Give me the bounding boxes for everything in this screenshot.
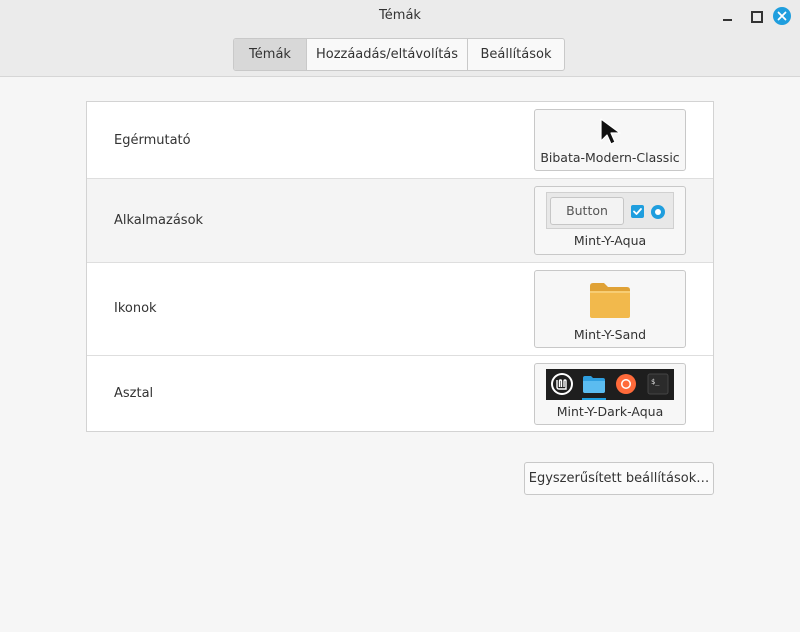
tab-themes[interactable]: Témák xyxy=(234,39,307,70)
row-applications: Alkalmazások Button Mint-Y-Aqua xyxy=(87,179,713,263)
theme-settings-list: Egérmutató Bibata-Modern-Classic Alkalma… xyxy=(86,101,714,432)
folder-icon xyxy=(589,281,631,323)
files-folder-icon xyxy=(578,369,610,400)
row-icons: Ikonok Mint-Y-Sand xyxy=(87,263,713,356)
maximize-icon[interactable] xyxy=(746,7,764,25)
applications-theme-name: Mint-Y-Aqua xyxy=(573,233,647,248)
simplified-settings-button[interactable]: Egyszerűsített beállítások… xyxy=(524,462,714,495)
row-cursor: Egérmutató Bibata-Modern-Classic xyxy=(87,102,713,179)
desktop-theme-button[interactable]: $_ Mint-Y-Dark-Aqua xyxy=(534,363,686,425)
firefox-icon xyxy=(610,369,642,400)
stack-switcher: Témák Hozzáadás/eltávolítás Beállítások xyxy=(233,38,565,71)
widget-preview: Button xyxy=(546,192,674,229)
window-title: Témák xyxy=(379,8,421,23)
title-bar[interactable]: Témák Témák Hozzáadás/eltávolítás Beállí… xyxy=(0,0,800,77)
row-label-applications: Alkalmazások xyxy=(114,213,204,228)
tab-settings[interactable]: Beállítások xyxy=(468,39,564,70)
minimize-icon[interactable] xyxy=(719,7,737,25)
row-label-cursor: Egérmutató xyxy=(114,133,191,148)
terminal-icon: $_ xyxy=(642,369,674,400)
cursor-theme-name: Bibata-Modern-Classic xyxy=(540,150,680,165)
preview-button: Button xyxy=(550,197,624,225)
row-label-desktop: Asztal xyxy=(114,386,154,401)
tab-add-remove[interactable]: Hozzáadás/eltávolítás xyxy=(307,39,468,70)
applications-theme-button[interactable]: Button Mint-Y-Aqua xyxy=(534,186,686,255)
row-desktop: Asztal $_ Mint-Y-Dark-Aqua xyxy=(87,356,713,431)
svg-text:$_: $_ xyxy=(651,378,660,386)
panel-preview: $_ xyxy=(546,369,674,400)
mint-menu-icon xyxy=(546,369,578,400)
icons-theme-name: Mint-Y-Sand xyxy=(573,327,647,342)
cursor-arrow-icon xyxy=(599,117,623,151)
row-label-icons: Ikonok xyxy=(114,301,157,316)
checkbox-checked-icon xyxy=(631,205,644,218)
desktop-theme-name: Mint-Y-Dark-Aqua xyxy=(556,404,664,419)
icons-theme-button[interactable]: Mint-Y-Sand xyxy=(534,270,686,348)
themes-window: Témák Témák Hozzáadás/eltávolítás Beállí… xyxy=(0,0,800,632)
radio-selected-icon xyxy=(651,205,665,219)
cursor-theme-button[interactable]: Bibata-Modern-Classic xyxy=(534,109,686,171)
close-icon[interactable] xyxy=(773,7,791,25)
